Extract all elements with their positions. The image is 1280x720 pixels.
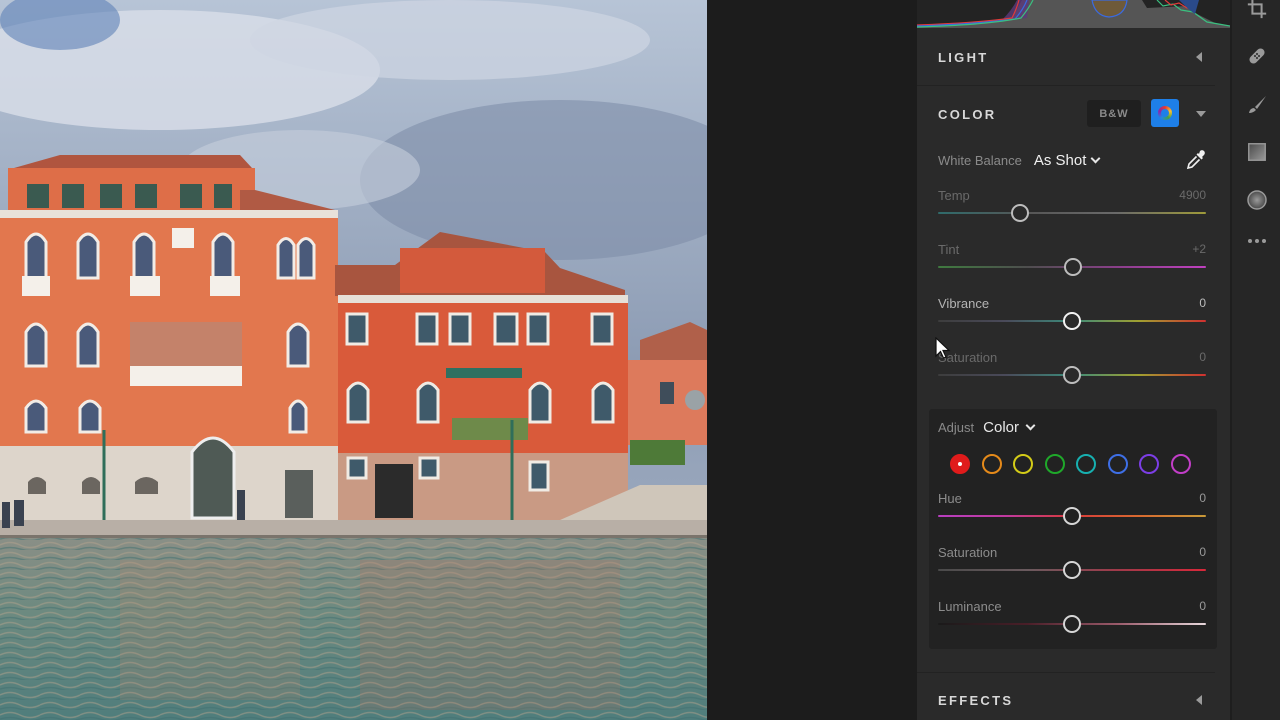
crop-icon <box>1247 0 1267 19</box>
more-tools-button[interactable] <box>1244 228 1270 254</box>
bw-button[interactable]: B&W <box>1087 100 1141 127</box>
saturation-slider[interactable]: Saturation 0 <box>938 350 1206 396</box>
color-section-header[interactable]: COLOR <box>917 86 1230 142</box>
vibrance-value[interactable]: 0 <box>1199 296 1206 310</box>
swatch-yellow[interactable] <box>1013 454 1033 474</box>
crop-tool[interactable] <box>1244 0 1270 22</box>
hue-value[interactable]: 0 <box>1199 491 1206 505</box>
eyedropper-icon[interactable] <box>1184 148 1208 172</box>
swatch-green[interactable] <box>1044 454 1065 474</box>
swatch-orange[interactable] <box>981 454 1002 474</box>
expand-light-icon[interactable] <box>1196 52 1202 62</box>
color-section-title: COLOR <box>938 106 997 122</box>
adjust-dropdown[interactable]: Color <box>983 419 1019 436</box>
effects-section-header[interactable]: EFFECTS <box>917 672 1230 720</box>
light-section-header[interactable]: LIGHT <box>917 29 1230 85</box>
expand-effects-icon[interactable] <box>1196 695 1202 705</box>
photo-editor: LIGHT COLOR B&W White Balance As Shot Te… <box>0 0 1280 720</box>
saturation-thumb[interactable] <box>1063 366 1081 384</box>
white-balance-row: White Balance As Shot <box>938 148 1208 172</box>
adjust-row: Adjust Color <box>938 416 1036 438</box>
chevron-down-icon[interactable] <box>1025 420 1036 430</box>
tool-rail <box>1230 0 1280 720</box>
white-balance-dropdown[interactable]: As Shot <box>1034 152 1087 169</box>
vibrance-thumb[interactable] <box>1063 312 1081 330</box>
radial-gradient-icon <box>1247 190 1267 210</box>
color-swatches <box>950 454 1202 474</box>
white-balance-label: White Balance <box>938 152 1022 168</box>
mixer-saturation-slider[interactable]: Saturation 0 <box>938 545 1206 591</box>
temp-track[interactable] <box>938 212 1206 214</box>
healing-tool[interactable] <box>1244 43 1270 69</box>
swatch-purple[interactable] <box>1139 454 1159 474</box>
temp-label: Temp <box>938 188 970 203</box>
vibrance-slider[interactable]: Vibrance 0 <box>938 296 1206 342</box>
temp-value[interactable]: 4900 <box>1179 188 1206 202</box>
luminance-value[interactable]: 0 <box>1199 599 1206 613</box>
adjust-label: Adjust <box>938 419 975 435</box>
light-section-title: LIGHT <box>938 49 989 65</box>
photo-canvas[interactable] <box>0 0 707 720</box>
mixer-saturation-label: Saturation <box>938 545 998 560</box>
hue-slider[interactable]: Hue 0 <box>938 491 1206 537</box>
mouse-cursor-icon <box>935 337 951 359</box>
temp-slider[interactable]: Temp 4900 <box>938 188 1206 234</box>
mixer-saturation-value[interactable]: 0 <box>1199 545 1206 559</box>
swatch-blue[interactable] <box>1107 454 1128 474</box>
luminance-slider[interactable]: Luminance 0 <box>938 599 1206 645</box>
swatch-magenta[interactable] <box>1170 454 1191 474</box>
mixer-saturation-thumb[interactable] <box>1063 561 1081 579</box>
hue-label: Hue <box>938 491 962 506</box>
edit-panel: LIGHT COLOR B&W White Balance As Shot Te… <box>917 0 1230 720</box>
effects-section-title: EFFECTS <box>938 692 1014 708</box>
vibrance-label: Vibrance <box>938 296 990 311</box>
color-wheel-icon <box>1158 106 1172 120</box>
tint-slider[interactable]: Tint +2 <box>938 242 1206 288</box>
luminance-label: Luminance <box>938 599 1002 614</box>
swatch-aqua[interactable] <box>1076 454 1096 474</box>
more-icon <box>1248 239 1266 243</box>
swatch-red[interactable] <box>950 454 970 474</box>
color-mode-button[interactable] <box>1151 99 1179 127</box>
brush-tool[interactable] <box>1244 92 1270 118</box>
saturation-value[interactable]: 0 <box>1199 350 1206 364</box>
healing-icon <box>1249 48 1265 64</box>
linear-gradient-tool[interactable] <box>1244 139 1270 165</box>
linear-gradient-icon <box>1248 143 1266 161</box>
collapse-color-icon[interactable] <box>1196 111 1206 117</box>
brush-icon <box>1249 96 1266 113</box>
luminance-thumb[interactable] <box>1063 615 1081 633</box>
temp-thumb[interactable] <box>1010 204 1029 222</box>
histogram <box>917 0 1230 28</box>
photo-image <box>0 0 707 720</box>
tint-value[interactable]: +2 <box>1192 242 1206 256</box>
tint-label: Tint <box>938 242 960 257</box>
tint-thumb[interactable] <box>1064 258 1083 276</box>
canvas-background <box>707 0 917 720</box>
radial-gradient-tool[interactable] <box>1244 187 1270 213</box>
hue-thumb[interactable] <box>1063 507 1081 525</box>
chevron-down-icon[interactable] <box>1090 153 1101 163</box>
